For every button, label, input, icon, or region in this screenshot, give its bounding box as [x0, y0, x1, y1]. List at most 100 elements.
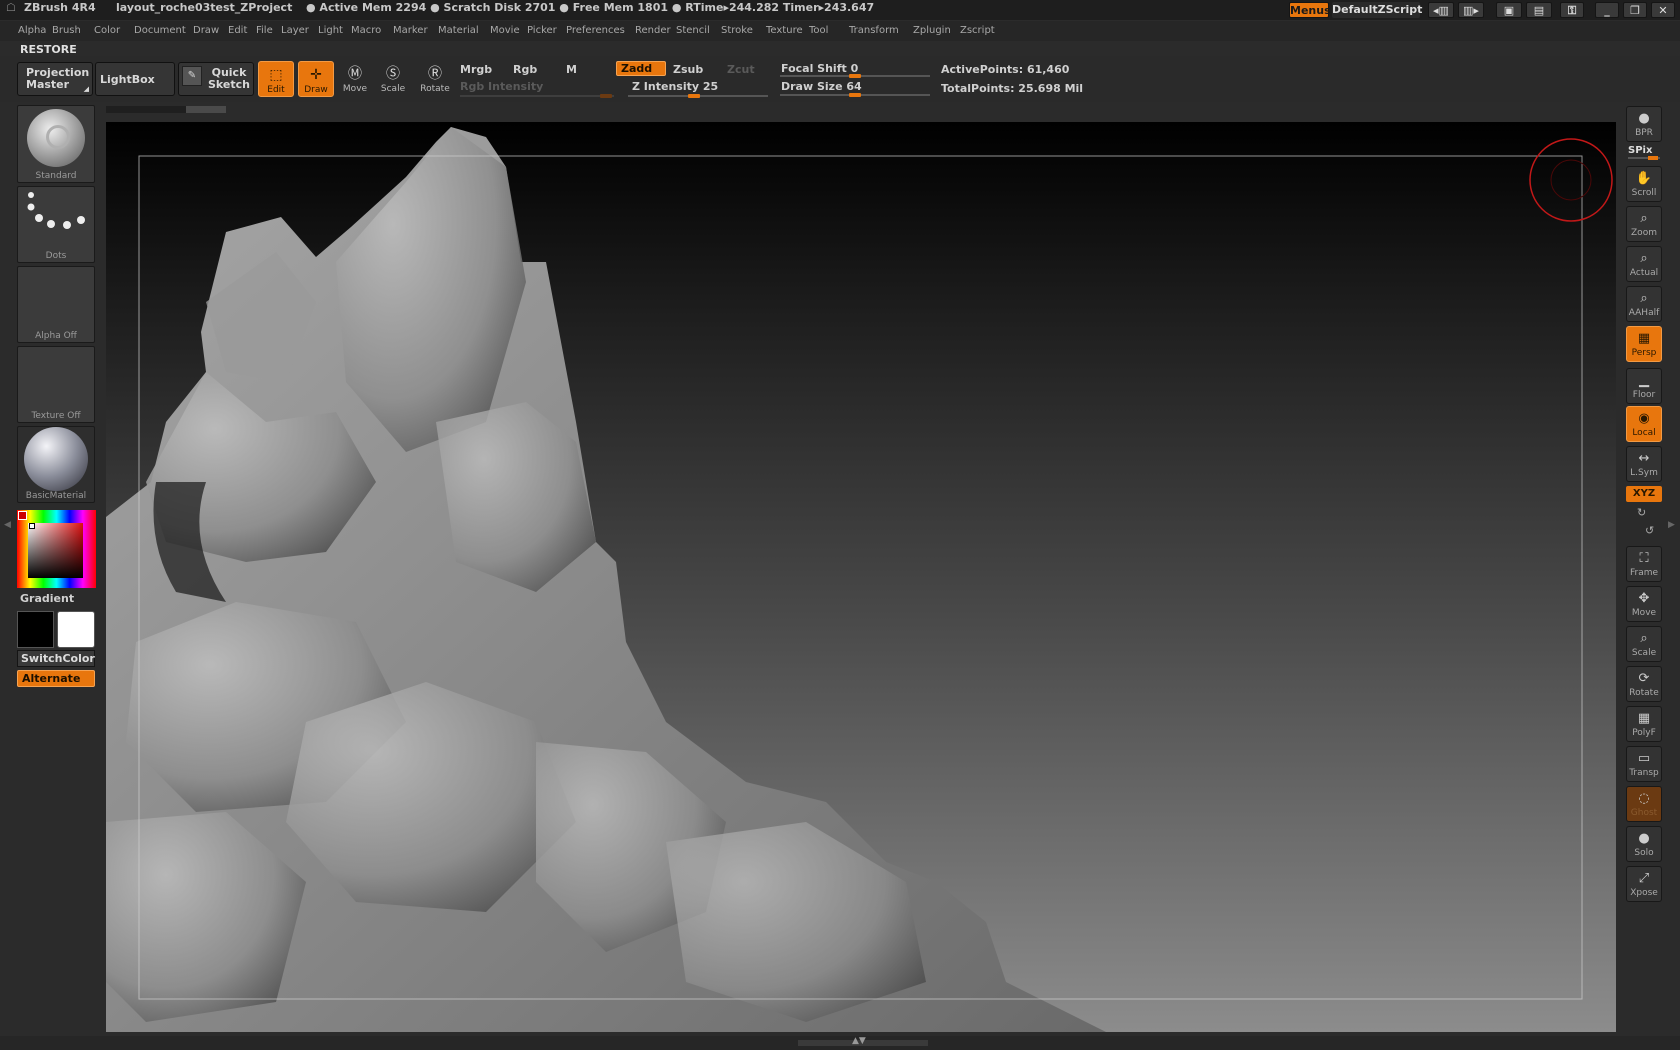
rt-persp-button[interactable]: ▦ Persp [1626, 326, 1662, 362]
menu-item-transform[interactable]: Transform [849, 25, 899, 36]
secondary-color-swatch[interactable] [57, 611, 95, 648]
minimize-icon[interactable]: _ [1595, 2, 1619, 18]
menu-item-edit[interactable]: Edit [228, 25, 247, 36]
doc-scroll-strip[interactable] [106, 106, 226, 113]
rt-aahalf-button[interactable]: ⌕ AAHalf [1626, 286, 1662, 322]
restore-window-icon[interactable]: ❐ [1623, 2, 1647, 18]
menu-item-picker[interactable]: Picker [527, 25, 557, 36]
z-intensity-knob[interactable] [688, 94, 700, 98]
switch-color-button[interactable]: SwitchColor [17, 650, 95, 667]
rt-local-button[interactable]: ◉ Local [1626, 406, 1662, 442]
default-zscript-button[interactable]: DefaultZScript [1332, 2, 1422, 18]
rgb-intensity-knob[interactable] [600, 94, 612, 98]
layout-prev-icon[interactable]: ◂▥ [1428, 2, 1454, 18]
rt-ghost-button[interactable]: ◌ Ghost [1626, 786, 1662, 822]
rt-solo-button[interactable]: ● Solo [1626, 826, 1662, 862]
primary-color-swatch[interactable] [17, 611, 54, 648]
rt-floor-button[interactable]: ▁ Floor [1626, 368, 1662, 404]
lightbox-button[interactable]: LightBox [95, 62, 175, 96]
scale-button[interactable]: Ⓢ Scale [375, 61, 411, 97]
menu-item-marker[interactable]: Marker [393, 25, 428, 36]
close-icon[interactable]: ✕ [1651, 2, 1675, 18]
menu-item-zplugin[interactable]: Zplugin [913, 25, 951, 36]
xyz-button[interactable]: XYZ [1626, 486, 1662, 502]
polyframe-icon: ▦ [1637, 711, 1651, 726]
rt-scale-button[interactable]: ⌕ Scale [1626, 626, 1662, 662]
rt-bpr-button[interactable]: ● BPR [1626, 106, 1662, 142]
rt-rotate-button[interactable]: ⟳ Rotate [1626, 666, 1662, 702]
main-color-swatch[interactable] [18, 511, 27, 520]
menu-item-tool[interactable]: Tool [809, 25, 828, 36]
color-picker[interactable] [17, 510, 96, 588]
menu-item-alpha[interactable]: Alpha [18, 25, 46, 36]
menu-item-movie[interactable]: Movie [490, 25, 520, 36]
rotate-button[interactable]: Ⓡ Rotate [417, 61, 453, 97]
doc-scroll-thumb[interactable] [186, 106, 226, 113]
spix-slider[interactable] [1628, 156, 1660, 160]
spix-knob[interactable] [1648, 156, 1658, 160]
restore-label[interactable]: RESTORE [20, 43, 77, 56]
rotate-y-icon[interactable]: ↻ [1637, 506, 1646, 519]
menu-item-brush[interactable]: Brush [52, 25, 81, 36]
m-button[interactable]: M [566, 63, 577, 76]
lock-icon[interactable]: ⚿ [1560, 2, 1584, 18]
app-title: ZBrush 4R4 [24, 1, 96, 14]
menus-button[interactable]: Menus [1289, 2, 1331, 18]
menu-item-draw[interactable]: Draw [193, 25, 219, 36]
quick-sketch-button[interactable]: ✎ Quick Sketch [178, 62, 254, 96]
rt-zoom-button[interactable]: ⌕ Zoom [1626, 206, 1662, 242]
right-tray-handle-icon[interactable]: ▶ [1668, 520, 1675, 530]
stroke-slot[interactable]: Dots [17, 186, 95, 263]
document-canvas[interactable] [106, 122, 1616, 1032]
material-slot[interactable]: BasicMaterial [17, 426, 95, 503]
rt-xpose-button[interactable]: ⤢ Xpose [1626, 866, 1662, 902]
rt-transp-button[interactable]: ▭ Transp [1626, 746, 1662, 782]
brush-slot[interactable]: Standard [17, 105, 95, 183]
menu-item-color[interactable]: Color [94, 25, 120, 36]
menu-item-zscript[interactable]: Zscript [960, 25, 995, 36]
menu-item-stencil[interactable]: Stencil [676, 25, 710, 36]
menu-item-preferences[interactable]: Preferences [566, 25, 625, 36]
xpose-icon: ⤢ [1638, 871, 1650, 886]
rt-move-button[interactable]: ✥ Move [1626, 586, 1662, 622]
menu-item-render[interactable]: Render [635, 25, 671, 36]
layout-swap-icon[interactable]: ▣ [1496, 2, 1522, 18]
zcut-button[interactable]: Zcut [727, 63, 755, 76]
texture-slot[interactable]: Texture Off [17, 346, 95, 423]
menu-item-document[interactable]: Document [134, 25, 186, 36]
rgb-intensity-slider[interactable] [460, 95, 614, 97]
left-tray-handle-icon[interactable]: ◀ [4, 520, 11, 530]
rt-scroll-button[interactable]: ✋ Scroll [1626, 166, 1662, 202]
color-square[interactable] [28, 523, 83, 578]
rt-polyf-button[interactable]: ▦ PolyF [1626, 706, 1662, 742]
menu-item-stroke[interactable]: Stroke [721, 25, 753, 36]
rt-label: L.Sym [1630, 468, 1658, 478]
zsub-button[interactable]: Zsub [673, 63, 703, 76]
mrgb-button[interactable]: Mrgb [460, 63, 492, 76]
rotate-z-icon[interactable]: ↺ [1645, 524, 1654, 537]
menu-item-light[interactable]: Light [318, 25, 343, 36]
draw-size-knob[interactable] [849, 93, 861, 97]
layout-next-icon[interactable]: ▥▸ [1458, 2, 1484, 18]
alternate-button[interactable]: Alternate [17, 670, 95, 687]
gradient-label[interactable]: Gradient [20, 592, 74, 605]
menu-item-file[interactable]: File [256, 25, 273, 36]
draw-button[interactable]: ✛ Draw [298, 61, 334, 97]
lightbox-label: LightBox [100, 73, 155, 86]
edit-button[interactable]: ⬚ Edit [258, 61, 294, 97]
zadd-button[interactable]: Zadd [616, 61, 666, 76]
menu-item-macro[interactable]: Macro [351, 25, 381, 36]
rgb-button[interactable]: Rgb [513, 63, 537, 76]
menu-item-texture[interactable]: Texture [766, 25, 803, 36]
rt-frame-button[interactable]: ⛶ Frame [1626, 546, 1662, 582]
focal-shift-knob[interactable] [849, 74, 861, 78]
projection-master-button[interactable]: Projection Master ◢ [17, 62, 93, 96]
alpha-slot[interactable]: Alpha Off [17, 266, 95, 343]
move-button[interactable]: Ⓜ Move [337, 61, 373, 97]
expand-bottom-icon[interactable]: ▲▼ [852, 1036, 866, 1046]
layout-default-icon[interactable]: ▤ [1526, 2, 1552, 18]
menu-item-layer[interactable]: Layer [281, 25, 309, 36]
menu-item-material[interactable]: Material [438, 25, 479, 36]
rt-lsym-button[interactable]: ↔ L.Sym [1626, 446, 1662, 482]
rt-actual-button[interactable]: ⌕ Actual [1626, 246, 1662, 282]
